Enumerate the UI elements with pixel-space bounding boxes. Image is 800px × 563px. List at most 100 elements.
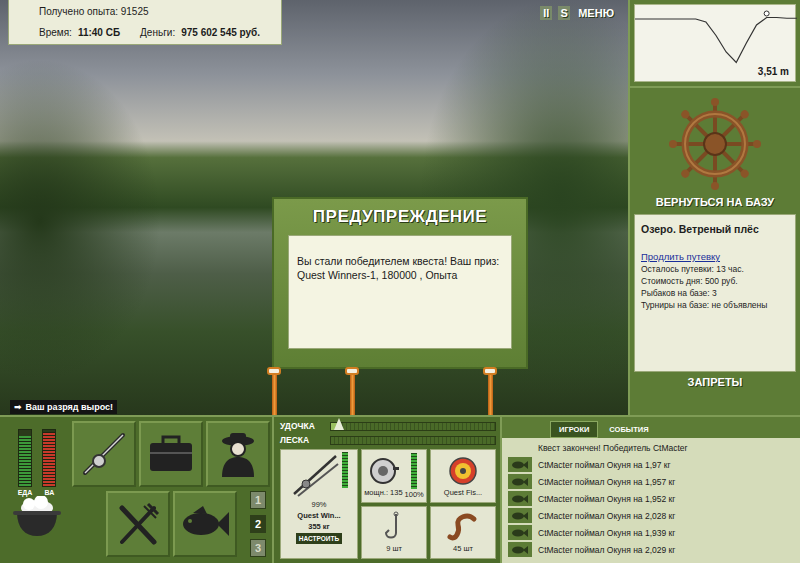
game-screen: Получено опыта: 91525 Время:11:40 СБДеньг… [0, 0, 800, 563]
fish-icon [511, 494, 529, 504]
fish-icon [511, 528, 529, 538]
line-name: Quest Fis... [444, 488, 482, 497]
bans-button[interactable]: ЗАПРЕТЫ [688, 372, 743, 394]
reel-info: мощн.: 135 [364, 455, 402, 497]
chat-list: Квест закончен! Победитель CtMacterCtMac… [502, 438, 800, 563]
tool-button[interactable] [106, 491, 170, 557]
fisherman-icon [214, 429, 262, 479]
fish-icon [179, 504, 231, 544]
tool-button[interactable] [206, 421, 270, 487]
catch-badge [508, 457, 532, 472]
fish-icon [511, 545, 529, 555]
side-panel: 3,51 mВЕРНУТЬСЯ НА БАЗУОзеро. Ветреный п… [628, 0, 800, 415]
rod-top [290, 452, 348, 498]
line-slot[interactable]: Quest Fis... [430, 449, 496, 503]
ship-wheel-icon[interactable] [667, 96, 763, 192]
location-info: Стоимость дня: 500 руб. [641, 276, 789, 286]
dialog-message: Вы стали победителем квеста! Ваш приз: Q… [288, 235, 512, 349]
chat-message: CtMacter поймал Окуня на 1,957 кг [508, 474, 794, 489]
reel-slot[interactable]: мощн.: 135100% [361, 449, 427, 503]
depth-chart: 3,51 m [630, 0, 800, 88]
need-fill [43, 432, 55, 486]
rod-stand-holder [345, 367, 359, 375]
line-info: Quest Fis... [444, 455, 482, 497]
rod-slot[interactable]: 99%Quest Win...355 кгНАСТРОИТЬ [280, 449, 358, 559]
tool-button[interactable] [173, 491, 237, 557]
chat-message: CtMacter поймал Окуня на 2,028 кг [508, 508, 794, 523]
tool-button[interactable] [139, 421, 203, 487]
top-button[interactable]: II [540, 6, 552, 20]
extend-permit-link[interactable]: Продлить путевку [641, 251, 789, 262]
rod-stand[interactable] [344, 367, 360, 415]
rod-icon [290, 452, 340, 498]
location-title: Озеро. Ветреный плёс [641, 223, 789, 235]
tension-gauge: ЛЕСКА [280, 435, 496, 445]
setup-button[interactable]: НАСТРОИТЬ [296, 533, 342, 544]
top-button[interactable]: S [558, 6, 570, 20]
rod-condition [342, 452, 348, 488]
fish-icon [511, 460, 529, 470]
return-to-base-button[interactable]: ВЕРНУТЬСЯ НА БАЗУ [656, 192, 774, 214]
top-button[interactable]: МЕНЮ [576, 6, 616, 20]
need-fill [19, 436, 31, 486]
location-card: Озеро. Ветреный плёс Продлить путевку Оста… [634, 214, 796, 372]
pot-icon[interactable] [11, 496, 63, 540]
worm-bait-icon [446, 511, 480, 543]
rod-name: Quest Win... [297, 511, 340, 520]
hook-icon [380, 511, 408, 543]
time-money-row: Время:11:40 СБДеньги:975 602 545 руб. [39, 27, 273, 38]
location-info: Осталось путевки: 13 час. [641, 264, 789, 274]
experience-row: Получено опыта: 91525 [39, 6, 273, 17]
tackle-panel: УДОЧКАЛЕСКА99%Quest Win...355 кгНАСТРОИТ… [272, 417, 500, 563]
warning-dialog: ПРЕДУПРЕЖДЕНИЕВы стали победителем квест… [272, 197, 528, 369]
hook-info: 9 шт [380, 511, 408, 553]
rod-slot-button[interactable]: 2 [250, 515, 266, 533]
chat-message-text: CtMacter поймал Окуня на 1,957 кг [538, 477, 675, 487]
lake-scene-photo[interactable]: Получено опыта: 91525 Время:11:40 СБДеньг… [0, 0, 628, 415]
reel-condition: 100% [405, 453, 424, 499]
need-track [42, 429, 56, 487]
catch-badge [508, 508, 532, 523]
gauge-marker [334, 418, 344, 430]
tool-button[interactable] [72, 421, 136, 487]
chat-panel: ИГРОКИСОБЫТИЯКвест закончен! Победитель … [500, 417, 800, 563]
reel-reading: 100% [405, 490, 424, 499]
reel-icon [365, 455, 401, 487]
needs-block: ЕДАВА [6, 421, 68, 563]
catch-badge [508, 474, 532, 489]
rod-slot-button[interactable]: 1 [250, 491, 266, 509]
gauge-track [330, 422, 496, 431]
rod-stand[interactable] [482, 367, 498, 415]
tools-row: 1 2 3 [72, 491, 270, 557]
tackle-box-icon [146, 431, 196, 477]
controls-panel: ЕДАВА 1 2 3 [0, 417, 272, 563]
rank-notice-text: Ваш разряд вырос! [26, 402, 114, 412]
bait-info: 45 шт [446, 511, 480, 553]
need-label: ВА [44, 489, 54, 496]
rod-stand-holder [267, 367, 281, 375]
location-info: Рыбаков на базе: 3 [641, 288, 789, 298]
hook-slot[interactable]: 9 шт [361, 506, 427, 560]
rod-stand-pole [488, 375, 493, 415]
depth-reading: 3,51 m [758, 66, 789, 77]
need-meter: ВА [42, 429, 56, 496]
chat-message: CtMacter поймал Окуня на 1,97 кг [508, 457, 794, 472]
chat-tabs: ИГРОКИСОБЫТИЯ [502, 417, 800, 438]
catch-badge [508, 491, 532, 506]
bait-slot[interactable]: 45 шт [430, 506, 496, 560]
experience-text: Получено опыта: 91525 [39, 6, 149, 17]
chat-tab[interactable]: ИГРОКИ [550, 421, 598, 438]
rod-meter-fill [342, 452, 348, 488]
needs-bars: ЕДАВА [14, 421, 61, 496]
money-value: 975 602 545 руб. [181, 27, 260, 38]
chat-message-text: CtMacter поймал Окуня на 1,97 кг [538, 460, 671, 470]
rod-stand[interactable] [266, 367, 282, 415]
time-value: 11:40 СБ [78, 27, 120, 38]
chat-message-text: CtMacter поймал Окуня на 1,952 кг [538, 494, 675, 504]
rod-meter [342, 452, 348, 488]
chat-tab[interactable]: СОБЫТИЯ [600, 421, 657, 438]
reel-meter [411, 453, 417, 489]
rod-slot-button[interactable]: 3 [250, 539, 266, 557]
catch-badge [508, 542, 532, 557]
stats-panel: Получено опыта: 91525 Время:11:40 СБДеньг… [8, 0, 282, 45]
